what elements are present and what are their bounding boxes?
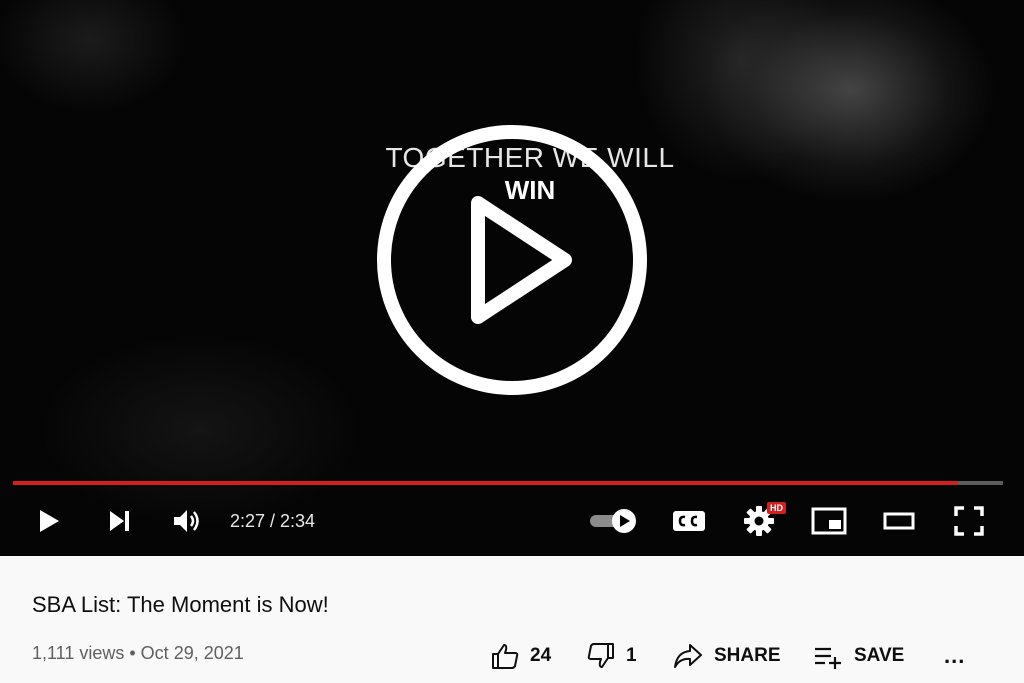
play-icon — [40, 510, 59, 532]
thumbs-down-icon — [587, 643, 614, 668]
miniplayer-button[interactable] — [808, 502, 850, 540]
miniplayer-icon — [811, 507, 847, 535]
more-actions-button[interactable]: ... — [944, 640, 965, 672]
volume-button[interactable] — [168, 502, 206, 540]
like-button[interactable]: 24 — [490, 640, 551, 672]
big-play-button[interactable] — [375, 123, 649, 397]
cc-icon — [673, 511, 705, 531]
share-icon — [674, 644, 702, 668]
autoplay-toggle-icon — [590, 509, 636, 533]
video-title: SBA List: The Moment is Now! — [32, 592, 329, 617]
share-button[interactable]: SHARE — [672, 640, 781, 672]
autoplay-toggle[interactable] — [588, 502, 640, 540]
time-display: 2:27 / 2:34 — [230, 511, 316, 531]
more-icon: ... — [944, 643, 966, 668]
add-to-playlist-icon — [815, 647, 841, 669]
fullscreen-icon — [954, 506, 984, 536]
dislike-button[interactable]: 1 — [586, 640, 637, 672]
video-player[interactable]: TOGETHER WE WILL WIN 2:27 / 2:34 HD — [0, 0, 1024, 556]
fullscreen-button[interactable] — [948, 502, 990, 540]
volume-icon — [174, 510, 199, 532]
video-meta: 1,111 views • Oct 29, 2021 — [32, 643, 244, 663]
dislike-count: 1 — [626, 645, 637, 666]
next-icon — [110, 511, 129, 531]
like-count: 24 — [530, 645, 552, 666]
hd-badge: HD — [767, 502, 786, 514]
play-button[interactable] — [30, 502, 68, 540]
theater-mode-button[interactable] — [878, 502, 920, 540]
save-button[interactable]: SAVE — [812, 640, 904, 672]
progress-played — [13, 481, 959, 485]
progress-bar[interactable] — [13, 481, 1003, 485]
save-label: SAVE — [854, 645, 905, 666]
thumbs-up-icon — [492, 644, 519, 669]
share-label: SHARE — [714, 645, 781, 666]
next-button[interactable] — [100, 502, 138, 540]
big-play-icon — [377, 125, 647, 395]
theater-icon — [883, 512, 915, 530]
captions-button[interactable] — [668, 502, 710, 540]
